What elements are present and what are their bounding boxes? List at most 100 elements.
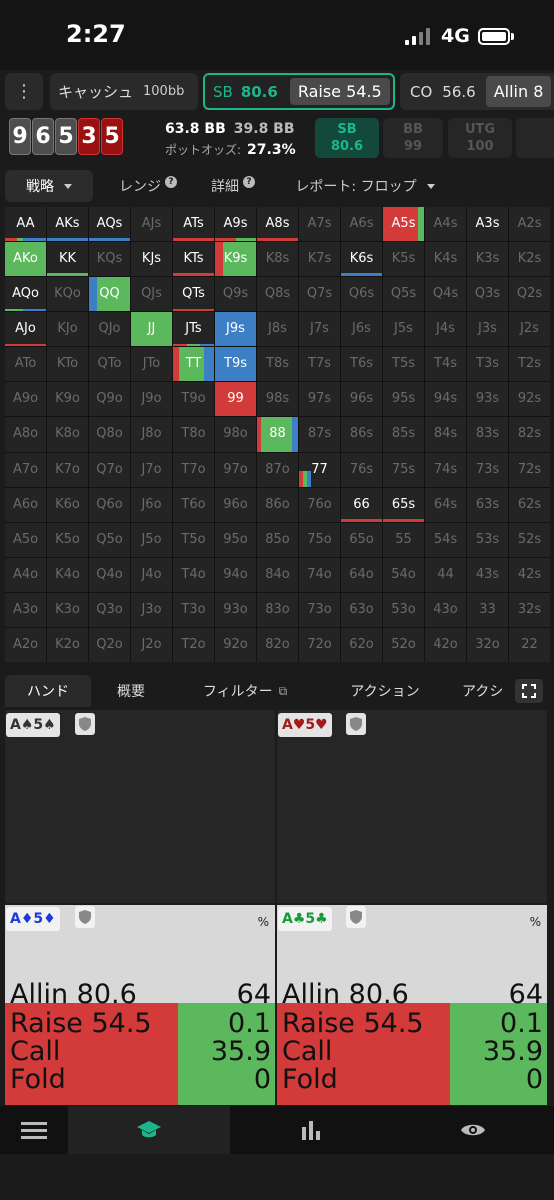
range-cell[interactable]: QJo: [89, 312, 130, 347]
seat-next[interactable]: [516, 118, 554, 158]
range-cell[interactable]: AJo: [5, 312, 46, 347]
range-cell[interactable]: T6s: [341, 347, 382, 382]
range-cell[interactable]: T8s: [257, 347, 298, 382]
range-cell[interactable]: 43o: [425, 592, 466, 627]
range-cell[interactable]: J3o: [131, 592, 172, 627]
range-cell[interactable]: T3o: [173, 592, 214, 627]
range-cell[interactable]: T4o: [173, 557, 214, 592]
range-cell[interactable]: 94o: [215, 557, 256, 592]
range-cell[interactable]: JTo: [131, 347, 172, 382]
range-cell[interactable]: A8o: [5, 417, 46, 452]
range-cell[interactable]: JTs: [173, 312, 214, 347]
range-cell[interactable]: K5o: [47, 522, 88, 557]
range-cell[interactable]: 87s: [299, 417, 340, 452]
range-cell[interactable]: 85s: [383, 417, 424, 452]
range-cell[interactable]: AJs: [131, 207, 172, 242]
range-cell[interactable]: AKo: [5, 242, 46, 277]
range-cell[interactable]: J7o: [131, 452, 172, 487]
range-cell[interactable]: 62s: [509, 487, 550, 522]
range-cell[interactable]: 55: [383, 522, 424, 557]
range-cell[interactable]: J6o: [131, 487, 172, 522]
range-cell[interactable]: T5s: [383, 347, 424, 382]
range-cell[interactable]: T7s: [299, 347, 340, 382]
range-cell[interactable]: 74s: [425, 452, 466, 487]
range-cell[interactable]: 52s: [509, 522, 550, 557]
range-cell[interactable]: 87o: [257, 452, 298, 487]
range-cell[interactable]: J9o: [131, 382, 172, 417]
hand-panel-hearts[interactable]: [277, 710, 547, 903]
range-cell[interactable]: 74o: [299, 557, 340, 592]
range-cell[interactable]: 73s: [467, 452, 508, 487]
range-cell[interactable]: QTo: [89, 347, 130, 382]
range-cell[interactable]: J6s: [341, 312, 382, 347]
range-cell[interactable]: A2s: [509, 207, 550, 242]
range-cell[interactable]: 98o: [215, 417, 256, 452]
range-cell[interactable]: K8s: [257, 242, 298, 277]
range-cell[interactable]: A9s: [215, 207, 256, 242]
range-cell[interactable]: J4o: [131, 557, 172, 592]
range-cell[interactable]: 62o: [341, 627, 382, 662]
range-cell[interactable]: 76s: [341, 452, 382, 487]
range-cell[interactable]: 42s: [509, 557, 550, 592]
range-cell[interactable]: 73o: [299, 592, 340, 627]
range-cell[interactable]: Q8s: [257, 277, 298, 312]
nav-stats[interactable]: [230, 1106, 392, 1154]
range-cell[interactable]: K3o: [47, 592, 88, 627]
range-cell[interactable]: 63s: [467, 487, 508, 522]
range-cell[interactable]: QTs: [173, 277, 214, 312]
sb-action-node[interactable]: SB 80.6 Raise 54.5: [203, 73, 395, 110]
range-cell[interactable]: 96s: [341, 382, 382, 417]
range-cell[interactable]: K6o: [47, 487, 88, 522]
range-cell[interactable]: AQo: [5, 277, 46, 312]
more-menu-button[interactable]: ⋮: [5, 73, 43, 110]
range-cell[interactable]: 94s: [425, 382, 466, 417]
range-cell[interactable]: AA: [5, 207, 46, 242]
seat-utg[interactable]: UTG 100: [448, 118, 512, 158]
range-cell[interactable]: 95o: [215, 522, 256, 557]
range-cell[interactable]: K6s: [341, 242, 382, 277]
range-cell[interactable]: KQo: [47, 277, 88, 312]
range-cell[interactable]: 99: [215, 382, 256, 417]
hand-panel-diamonds[interactable]: % Allin 80.6 64 Raise 54.5 0.1 Call 35.9 Fo…: [5, 905, 275, 1105]
range-cell[interactable]: 86s: [341, 417, 382, 452]
range-cell[interactable]: A2o: [5, 627, 46, 662]
range-cell[interactable]: A6s: [341, 207, 382, 242]
range-cell[interactable]: AQs: [89, 207, 130, 242]
range-cell[interactable]: J9s: [215, 312, 256, 347]
range-cell[interactable]: Q6o: [89, 487, 130, 522]
range-cell[interactable]: 97o: [215, 452, 256, 487]
range-cell[interactable]: 92s: [509, 382, 550, 417]
range-cell[interactable]: 93s: [467, 382, 508, 417]
range-cell[interactable]: 93o: [215, 592, 256, 627]
nav-view[interactable]: [392, 1106, 554, 1154]
range-cell[interactable]: A3s: [467, 207, 508, 242]
range-cell[interactable]: AKs: [47, 207, 88, 242]
range-cell[interactable]: T8o: [173, 417, 214, 452]
range-cell[interactable]: ATs: [173, 207, 214, 242]
tab-report[interactable]: レポート: フロップ: [280, 170, 450, 202]
range-cell[interactable]: 44: [425, 557, 466, 592]
range-cell[interactable]: K2s: [509, 242, 550, 277]
range-cell[interactable]: J8s: [257, 312, 298, 347]
range-cell[interactable]: TT: [173, 347, 214, 382]
range-cell[interactable]: 83s: [467, 417, 508, 452]
board-cards[interactable]: 9 6 5 3 5: [9, 118, 123, 155]
range-cell[interactable]: Q4o: [89, 557, 130, 592]
range-cell[interactable]: 96o: [215, 487, 256, 522]
tab-action-2[interactable]: アクシ: [462, 675, 522, 707]
range-cell[interactable]: K8o: [47, 417, 88, 452]
co-action-node[interactable]: CO 56.6 Allin 8: [400, 73, 554, 110]
range-cell[interactable]: 77: [299, 452, 340, 487]
range-cell[interactable]: J3s: [467, 312, 508, 347]
tab-action[interactable]: アクション: [335, 675, 435, 707]
shield-icon[interactable]: [75, 713, 95, 735]
range-cell[interactable]: 65s: [383, 487, 424, 522]
range-cell[interactable]: Q9o: [89, 382, 130, 417]
range-cell[interactable]: T9s: [215, 347, 256, 382]
range-cell[interactable]: T5o: [173, 522, 214, 557]
range-cell[interactable]: KTs: [173, 242, 214, 277]
tab-summary[interactable]: 概要: [96, 675, 166, 707]
range-cell[interactable]: T6o: [173, 487, 214, 522]
range-cell[interactable]: A6o: [5, 487, 46, 522]
range-cell[interactable]: JJ: [131, 312, 172, 347]
